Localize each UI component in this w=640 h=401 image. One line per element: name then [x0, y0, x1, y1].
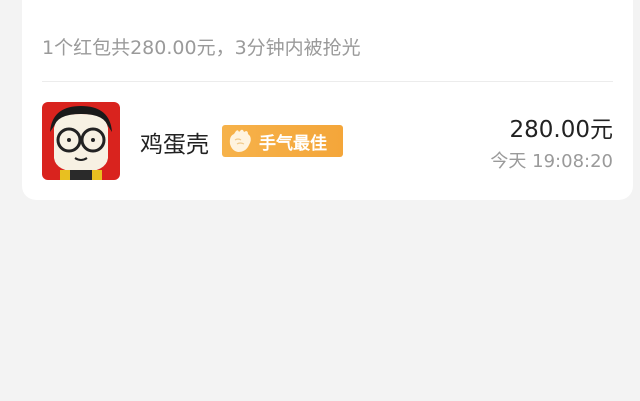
cartoon-glasses-avatar-icon [42, 102, 120, 180]
best-luck-badge: 手气最佳 [222, 125, 343, 157]
red-packet-detail-card: 1个红包共280.00元，3分钟内被抢光 鸡蛋壳 手气最佳 280.00元 今天… [22, 0, 633, 200]
avatar[interactable] [42, 102, 120, 180]
badge-label: 手气最佳 [259, 134, 327, 154]
nickname: 鸡蛋壳 [140, 132, 209, 158]
hand-icon [229, 129, 251, 152]
red-packet-summary: 1个红包共280.00元，3分钟内被抢光 [42, 37, 361, 59]
receiver-row[interactable]: 鸡蛋壳 手气最佳 280.00元 今天 19:08:20 [42, 102, 613, 180]
amount: 280.00元 [509, 117, 613, 143]
timestamp: 今天 19:08:20 [490, 151, 613, 172]
divider [42, 81, 613, 82]
